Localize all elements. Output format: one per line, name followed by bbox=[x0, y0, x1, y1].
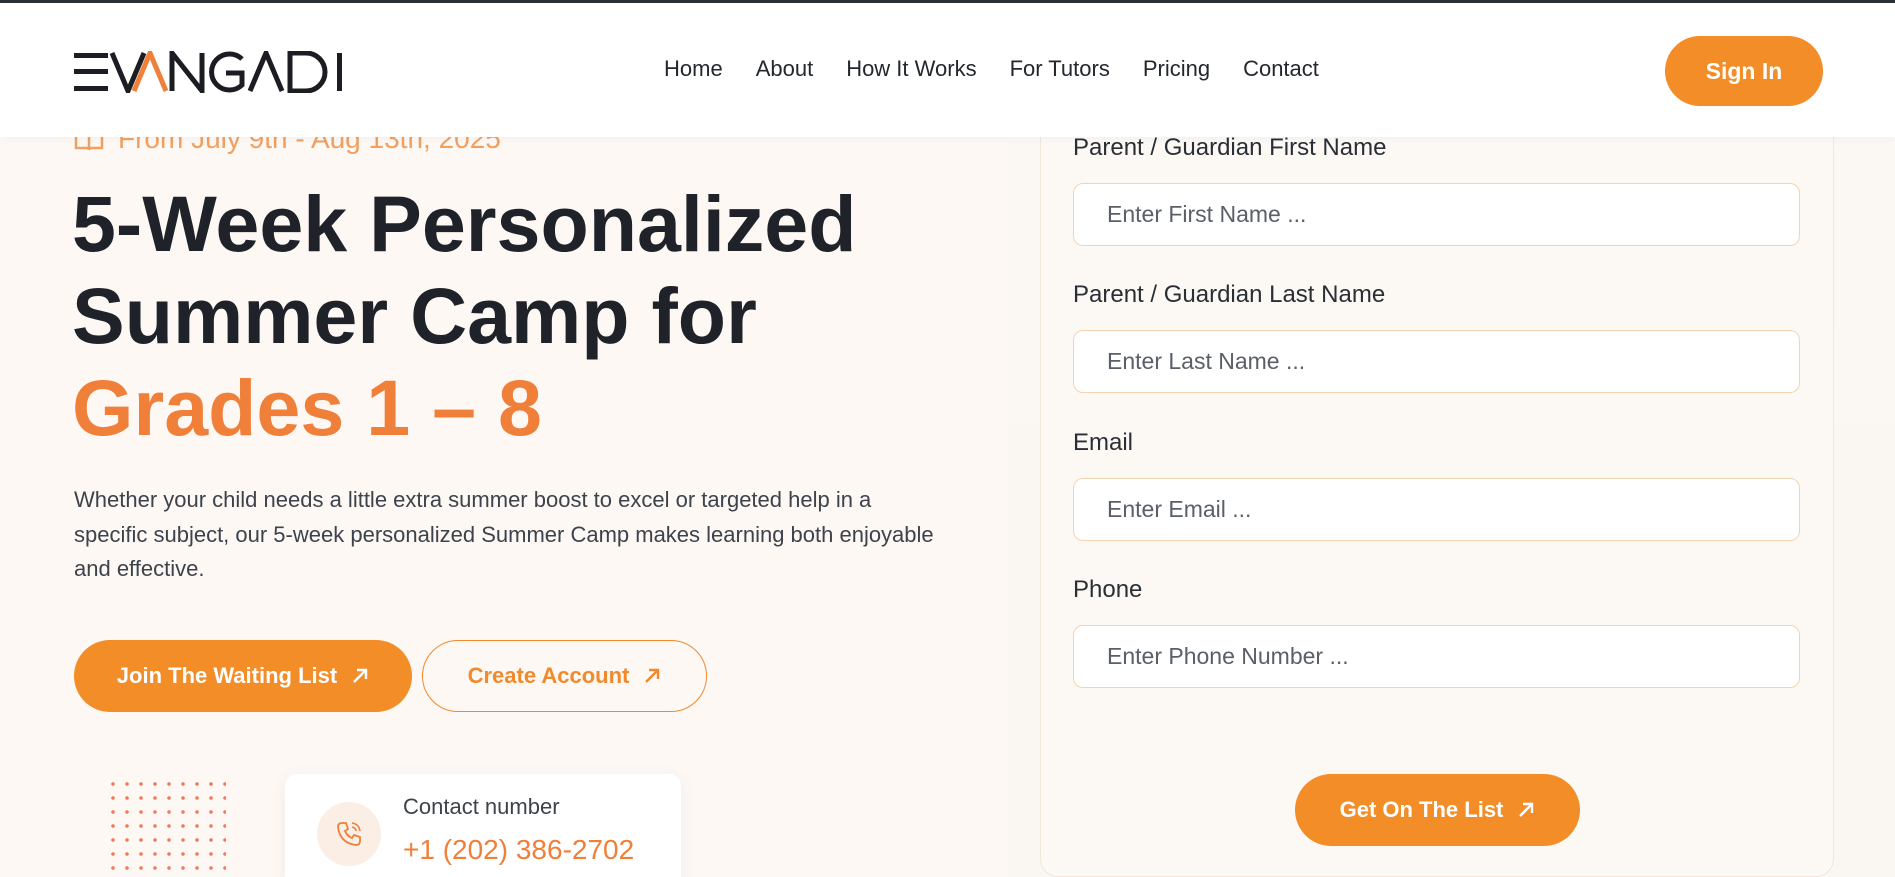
join-waiting-list-button[interactable]: Join The Waiting List bbox=[74, 640, 412, 712]
nav-about[interactable]: About bbox=[756, 56, 814, 82]
evangadi-logo[interactable] bbox=[74, 51, 346, 93]
arrow-up-right-icon bbox=[353, 668, 368, 683]
join-waiting-list-label: Join The Waiting List bbox=[116, 663, 338, 688]
first-name-input[interactable] bbox=[1073, 183, 1800, 246]
hero-title: 5-Week Personalized Summer Camp for Grad… bbox=[72, 178, 972, 454]
nav-for-tutors[interactable]: For Tutors bbox=[1010, 56, 1110, 82]
first-name-label: Parent / Guardian First Name bbox=[1073, 134, 1387, 161]
get-on-the-list-button[interactable]: Get On The List bbox=[1295, 774, 1580, 846]
email-label: Email bbox=[1073, 429, 1134, 456]
sign-in-button[interactable]: Sign In bbox=[1665, 36, 1823, 106]
hero-title-grades: Grades 1 – 8 bbox=[72, 363, 542, 452]
create-account-button[interactable]: Create Account bbox=[422, 640, 707, 712]
last-name-label: Parent / Guardian Last Name bbox=[1073, 281, 1386, 308]
create-account-label: Create Account bbox=[467, 663, 630, 688]
hero-title-line1: 5-Week Personalized bbox=[72, 179, 857, 268]
email-input[interactable] bbox=[1073, 478, 1800, 541]
phone-label: Phone bbox=[1073, 576, 1143, 603]
contact-label: Contact number bbox=[403, 794, 560, 819]
arrow-up-right-icon bbox=[645, 668, 660, 683]
nav-pricing[interactable]: Pricing bbox=[1143, 56, 1210, 82]
last-name-input[interactable] bbox=[1073, 330, 1800, 393]
hero-description: Whether your child needs a little extra … bbox=[74, 487, 934, 581]
contact-card: Contact number +1 (202) 386-2702 bbox=[285, 774, 681, 877]
hero-title-line2: Summer Camp for bbox=[72, 271, 757, 360]
top-border bbox=[0, 0, 1895, 3]
phone-icon bbox=[337, 822, 361, 846]
nav-contact[interactable]: Contact bbox=[1243, 56, 1319, 82]
phone-icon-circle bbox=[317, 802, 381, 866]
main-nav: Home About How It Works For Tutors Prici… bbox=[664, 56, 1352, 82]
phone-input[interactable] bbox=[1073, 625, 1800, 688]
arrow-up-right-icon bbox=[1519, 802, 1534, 817]
contact-phone-number[interactable]: +1 (202) 386-2702 bbox=[403, 834, 634, 866]
site-header: Home About How It Works For Tutors Prici… bbox=[0, 3, 1895, 137]
get-on-the-list-label: Get On The List bbox=[1339, 797, 1504, 822]
nav-how-it-works[interactable]: How It Works bbox=[846, 56, 976, 82]
decorative-dots bbox=[106, 777, 226, 877]
nav-home[interactable]: Home bbox=[664, 56, 723, 82]
